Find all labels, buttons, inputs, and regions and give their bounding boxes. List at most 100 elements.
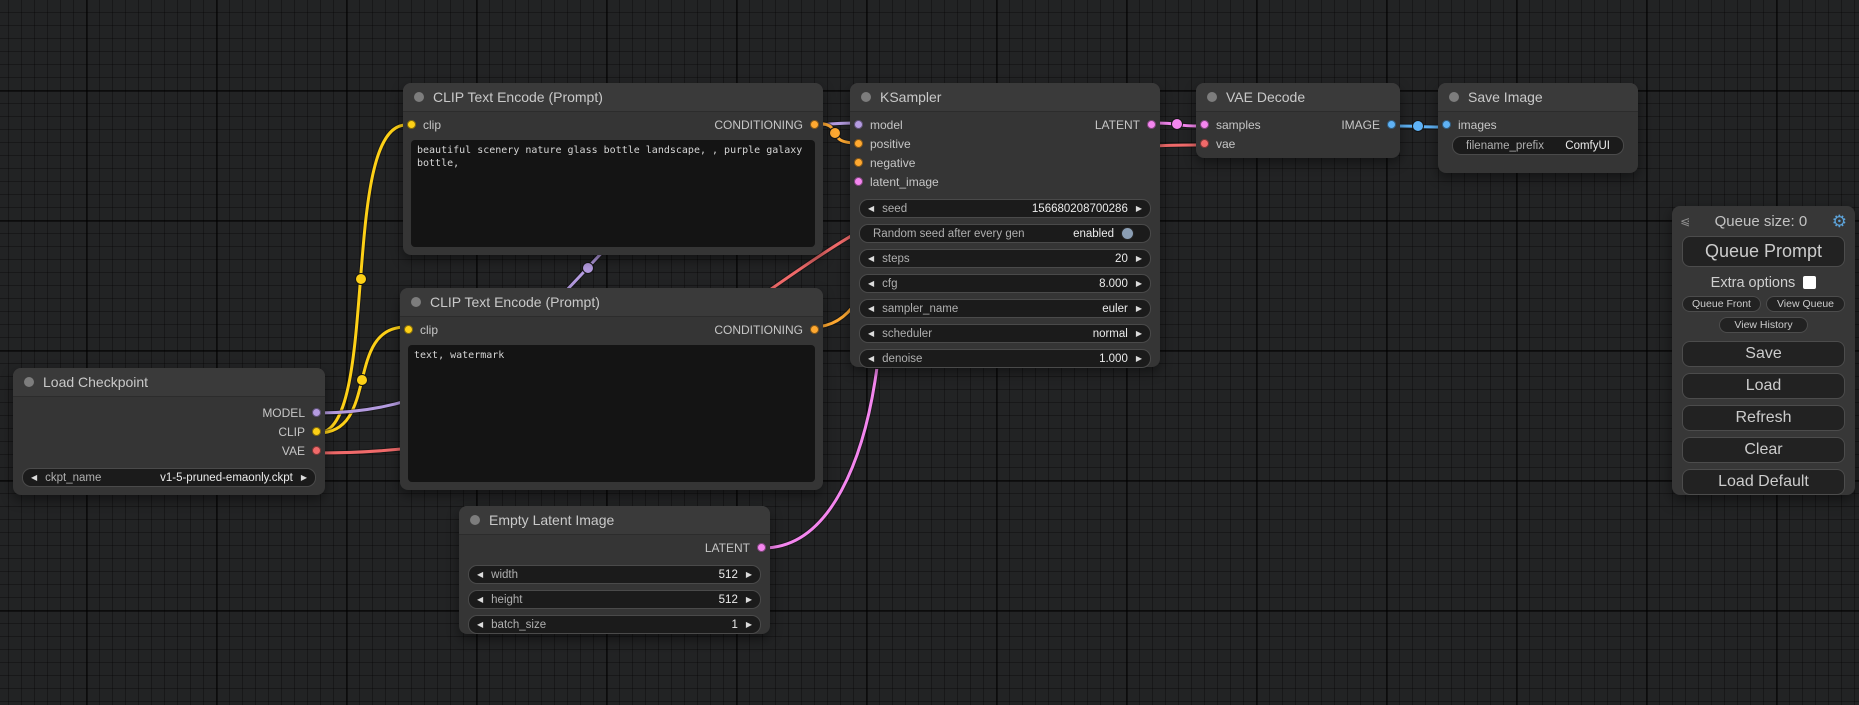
increment-arrow-icon[interactable]: ▶	[1128, 305, 1150, 313]
load-button[interactable]: Load	[1682, 373, 1845, 399]
port-negative-input[interactable]	[854, 158, 863, 167]
widget-width[interactable]: ◀ width 512 ▶	[468, 565, 761, 584]
widget-value[interactable]: 512	[719, 594, 738, 606]
link-midpoint-dot[interactable]	[1413, 121, 1424, 132]
decrement-arrow-icon[interactable]: ◀	[469, 621, 491, 629]
link-midpoint-dot[interactable]	[357, 375, 368, 386]
widget-value[interactable]: 20	[1115, 253, 1128, 265]
widget-value[interactable]: 1.000	[1099, 353, 1128, 365]
widget-cfg[interactable]: ◀ cfg 8.000 ▶	[859, 274, 1151, 293]
clear-button[interactable]: Clear	[1682, 437, 1845, 463]
port-positive-input[interactable]	[854, 139, 863, 148]
increment-arrow-icon[interactable]: ▶	[1128, 205, 1150, 213]
widget-denoise[interactable]: ◀ denoise 1.000 ▶	[859, 349, 1151, 368]
port-clip-output[interactable]	[312, 427, 321, 436]
widget-value[interactable]: normal	[1093, 328, 1128, 340]
collapse-dot-icon[interactable]	[411, 297, 421, 307]
widget-value[interactable]: 156680208700286	[1032, 203, 1128, 215]
link-midpoint-dot[interactable]	[356, 274, 367, 285]
link-midpoint-dot[interactable]	[830, 128, 841, 139]
decrement-arrow-icon[interactable]: ◀	[860, 205, 882, 213]
widget-value[interactable]: 8.000	[1099, 278, 1128, 290]
increment-arrow-icon[interactable]: ▶	[1128, 355, 1150, 363]
port-vae-input[interactable]	[1200, 139, 1209, 148]
widget-value[interactable]: 512	[719, 569, 738, 581]
refresh-button[interactable]: Refresh	[1682, 405, 1845, 431]
queue-front-button[interactable]: Queue Front	[1682, 296, 1761, 312]
widget-height[interactable]: ◀ height 512 ▶	[468, 590, 761, 609]
port-image-output[interactable]	[1387, 120, 1396, 129]
widget-seed[interactable]: ◀ seed 156680208700286 ▶	[859, 199, 1151, 218]
drag-handle-icon[interactable]: ⩿	[1680, 215, 1690, 227]
decrement-arrow-icon[interactable]: ◀	[23, 474, 45, 482]
node-title-bar[interactable]: CLIP Text Encode (Prompt)	[400, 288, 823, 317]
decrement-arrow-icon[interactable]: ◀	[860, 330, 882, 338]
widget-label: batch_size	[491, 619, 546, 631]
widget-batch-size[interactable]: ◀ batch_size 1 ▶	[468, 615, 761, 634]
gear-icon[interactable]: ⚙	[1832, 213, 1847, 230]
decrement-arrow-icon[interactable]: ◀	[860, 305, 882, 313]
decrement-arrow-icon[interactable]: ◀	[860, 355, 882, 363]
decrement-arrow-icon[interactable]: ◀	[860, 280, 882, 288]
port-model-input[interactable]	[854, 120, 863, 129]
port-samples-input[interactable]	[1200, 120, 1209, 129]
port-images-input[interactable]	[1442, 120, 1451, 129]
widget-random-seed-toggle[interactable]: Random seed after every gen enabled	[859, 224, 1151, 243]
load-default-button[interactable]: Load Default	[1682, 469, 1845, 495]
view-queue-button[interactable]: View Queue	[1766, 296, 1845, 312]
widget-value[interactable]: ComfyUI	[1565, 140, 1610, 152]
port-latent-output[interactable]	[757, 543, 766, 552]
widget-steps[interactable]: ◀ steps 20 ▶	[859, 249, 1151, 268]
node-title-bar[interactable]: CLIP Text Encode (Prompt)	[403, 83, 823, 112]
increment-arrow-icon[interactable]: ▶	[738, 571, 760, 579]
decrement-arrow-icon[interactable]: ◀	[469, 571, 491, 579]
port-clip-input[interactable]	[404, 325, 413, 334]
port-conditioning-output[interactable]	[810, 120, 819, 129]
widget-filename-prefix[interactable]: filename_prefix ComfyUI	[1452, 136, 1624, 155]
collapse-dot-icon[interactable]	[414, 92, 424, 102]
view-history-button[interactable]: View History	[1719, 317, 1807, 333]
collapse-dot-icon[interactable]	[861, 92, 871, 102]
node-title-bar[interactable]: Empty Latent Image	[459, 506, 770, 535]
toggle-dot-icon[interactable]	[1121, 227, 1134, 240]
collapse-dot-icon[interactable]	[1449, 92, 1459, 102]
port-label: vae	[1216, 137, 1235, 151]
widget-scheduler[interactable]: ◀ scheduler normal ▶	[859, 324, 1151, 343]
port-label: samples	[1216, 118, 1261, 132]
port-latent-output[interactable]	[1147, 120, 1156, 129]
node-title-bar[interactable]: Save Image	[1438, 83, 1638, 112]
widget-label: denoise	[882, 353, 922, 365]
collapse-dot-icon[interactable]	[24, 377, 34, 387]
save-button[interactable]: Save	[1682, 341, 1845, 367]
collapse-dot-icon[interactable]	[470, 515, 480, 525]
node-title-bar[interactable]: KSampler	[850, 83, 1160, 112]
node-title-bar[interactable]: VAE Decode	[1196, 83, 1400, 112]
increment-arrow-icon[interactable]: ▶	[738, 621, 760, 629]
collapse-dot-icon[interactable]	[1207, 92, 1217, 102]
widget-sampler-name[interactable]: ◀ sampler_name euler ▶	[859, 299, 1151, 318]
node-empty-latent-image: Empty Latent Image LATENT ◀ width 512 ▶ …	[459, 506, 770, 634]
widget-label: height	[491, 594, 522, 606]
increment-arrow-icon[interactable]: ▶	[1128, 280, 1150, 288]
port-latent-image-input[interactable]	[854, 177, 863, 186]
port-model-output[interactable]	[312, 408, 321, 417]
queue-prompt-button[interactable]: Queue Prompt	[1682, 236, 1845, 267]
link-midpoint-dot[interactable]	[1172, 119, 1183, 130]
increment-arrow-icon[interactable]: ▶	[1128, 330, 1150, 338]
decrement-arrow-icon[interactable]: ◀	[469, 596, 491, 604]
increment-arrow-icon[interactable]: ▶	[1128, 255, 1150, 263]
widget-ckpt-name[interactable]: ◀ ckpt_name v1-5-pruned-emaonly.ckpt ▶	[22, 468, 316, 487]
prompt-textarea[interactable]: text, watermark	[408, 345, 815, 482]
node-title-bar[interactable]: Load Checkpoint	[13, 368, 325, 397]
port-vae-output[interactable]	[312, 446, 321, 455]
widget-value[interactable]: v1-5-pruned-emaonly.ckpt	[160, 472, 293, 484]
port-clip-input[interactable]	[407, 120, 416, 129]
increment-arrow-icon[interactable]: ▶	[738, 596, 760, 604]
increment-arrow-icon[interactable]: ▶	[293, 474, 315, 482]
link-midpoint-dot[interactable]	[583, 263, 594, 274]
extra-options-checkbox[interactable]	[1803, 276, 1816, 289]
port-conditioning-output[interactable]	[810, 325, 819, 334]
widget-value[interactable]: euler	[1102, 303, 1128, 315]
prompt-textarea[interactable]: beautiful scenery nature glass bottle la…	[411, 140, 815, 247]
decrement-arrow-icon[interactable]: ◀	[860, 255, 882, 263]
